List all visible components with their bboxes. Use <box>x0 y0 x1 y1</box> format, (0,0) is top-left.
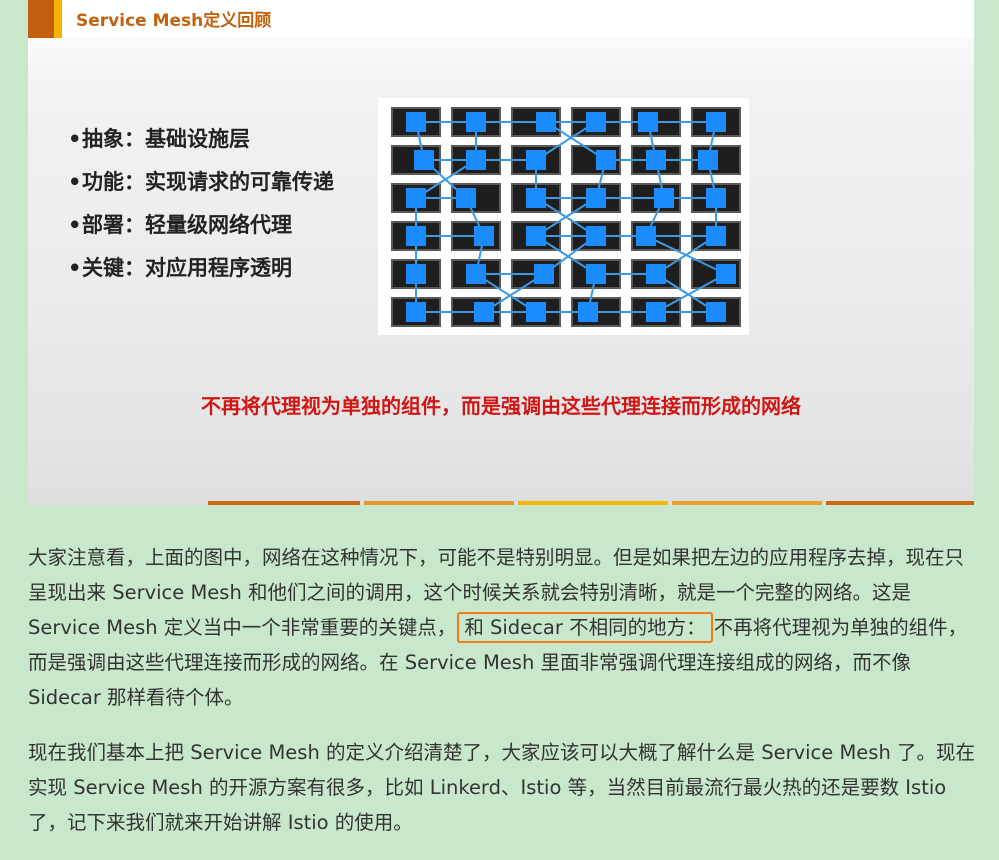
proxy-node <box>578 302 598 322</box>
slide-title-bar: Service Mesh定义回顾 <box>28 0 974 38</box>
definition-bullets: •抽象：基础设施层 •功能：实现请求的可靠传递 •部署：轻量级网络代理 •关键：… <box>68 118 334 290</box>
proxy-node <box>414 150 434 170</box>
bullet-item: •关键：对应用程序透明 <box>68 247 334 290</box>
proxy-node <box>526 150 546 170</box>
proxy-node <box>586 188 606 208</box>
proxy-node <box>474 226 494 246</box>
divider-segment <box>672 501 822 505</box>
article-paragraph: 大家注意看，上面的图中，网络在这种情况下，可能不是特别明显。但是如果把左边的应用… <box>28 540 978 715</box>
title-accent-stripe <box>54 0 62 38</box>
proxy-node <box>406 226 426 246</box>
proxy-node <box>586 226 606 246</box>
slide-image: Service Mesh定义回顾 •抽象：基础设施层 •功能：实现请求的可靠传递… <box>28 0 974 505</box>
proxy-node <box>534 264 554 284</box>
service-mesh-diagram <box>378 98 749 335</box>
bullet-item: •部署：轻量级网络代理 <box>68 204 334 247</box>
mesh-network-graphic <box>391 107 741 327</box>
proxy-node <box>406 302 426 322</box>
proxy-node <box>406 188 426 208</box>
slide-footer-divider <box>208 501 974 505</box>
bullet-text: 抽象：基础设施层 <box>82 127 250 151</box>
proxy-node <box>586 264 606 284</box>
bullet-item: •抽象：基础设施层 <box>68 118 334 161</box>
proxy-node <box>526 302 546 322</box>
slide-tagline: 不再将代理视为单独的组件，而是强调由这些代理连接而形成的网络 <box>201 394 801 418</box>
bullet-text: 功能：实现请求的可靠传递 <box>82 170 334 194</box>
proxy-node <box>638 112 658 132</box>
proxy-node <box>706 302 726 322</box>
bullet-text: 关键：对应用程序透明 <box>82 256 292 280</box>
proxy-node <box>706 188 726 208</box>
bullet-dot: • <box>68 213 82 237</box>
proxy-node <box>706 226 726 246</box>
proxy-node <box>716 264 736 284</box>
proxy-node <box>646 150 666 170</box>
proxy-node <box>466 112 486 132</box>
proxy-node <box>456 188 476 208</box>
proxy-node <box>646 264 666 284</box>
proxy-node <box>406 112 426 132</box>
slide-title: Service Mesh定义回顾 <box>76 11 272 31</box>
divider-segment <box>826 501 974 505</box>
proxy-node <box>636 226 656 246</box>
proxy-node <box>706 112 726 132</box>
bullet-item: •功能：实现请求的可靠传递 <box>68 161 334 204</box>
highlighted-phrase: 和 Sidecar 不相同的地方： <box>457 612 713 643</box>
proxy-node <box>698 150 718 170</box>
article-body: 大家注意看，上面的图中，网络在这种情况下，可能不是特别明显。但是如果把左边的应用… <box>28 540 978 860</box>
divider-segment <box>518 501 668 505</box>
proxy-node <box>586 112 606 132</box>
bullet-dot: • <box>68 127 82 151</box>
bullet-dot: • <box>68 256 82 280</box>
proxy-node <box>646 302 666 322</box>
divider-segment <box>208 501 360 505</box>
article-paragraph: 现在我们基本上把 Service Mesh 的定义介绍清楚了，大家应该可以大概了… <box>28 741 976 834</box>
proxy-node <box>406 264 426 284</box>
proxy-node <box>466 150 486 170</box>
bullet-dot: • <box>68 170 82 194</box>
proxy-node <box>466 264 486 284</box>
bullet-text: 部署：轻量级网络代理 <box>82 213 292 237</box>
proxy-node <box>654 188 674 208</box>
divider-segment <box>364 501 514 505</box>
proxy-node <box>526 188 546 208</box>
title-accent-bar <box>28 0 54 38</box>
proxy-node <box>474 302 494 322</box>
proxy-node <box>536 112 556 132</box>
proxy-node <box>596 150 616 170</box>
proxy-node <box>526 226 546 246</box>
